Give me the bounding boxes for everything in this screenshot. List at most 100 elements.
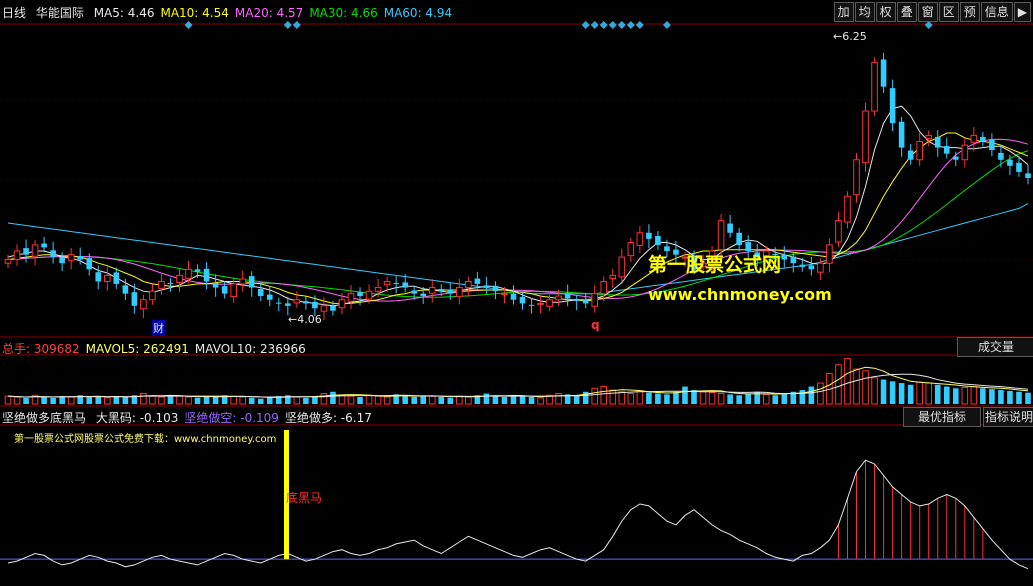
- toolbar-button-6[interactable]: 预: [959, 2, 980, 22]
- volume-bar-95: [862, 370, 869, 405]
- candle-body-65: [591, 293, 599, 307]
- toolbar-button-1[interactable]: 均: [854, 2, 875, 22]
- signal-diamond-7: [617, 21, 626, 29]
- candle-body-39: [357, 292, 363, 297]
- volume-bar-26: [239, 396, 246, 405]
- volume-bar-82: [745, 393, 751, 404]
- candle-body-54: [492, 286, 499, 292]
- toolbar-button-7[interactable]: 信息: [980, 2, 1013, 22]
- volume-bar-23: [212, 397, 219, 404]
- chart-header: 日线 华能国际 MA5: 4.46 MA10: 4.54 MA20: 4.57 MA3…: [2, 4, 452, 21]
- q-marker: q: [591, 318, 600, 332]
- candle-body-43: [393, 282, 399, 284]
- volume-bar-41: [374, 395, 382, 405]
- candle-body-8: [77, 256, 84, 260]
- volume-bar-111: [1007, 390, 1013, 404]
- toolbar-button-4[interactable]: 窗: [917, 2, 938, 22]
- toolbar-button-2[interactable]: 权: [875, 2, 896, 22]
- chart-toolbar: 加均权叠窗区预信息 ▶: [833, 2, 1031, 22]
- stock-name: 华能国际: [35, 6, 84, 20]
- candle-body-35: [320, 305, 328, 312]
- chart-canvas[interactable]: [0, 0, 1033, 586]
- candle-body-87: [790, 256, 797, 264]
- candle-body-51: [465, 280, 472, 289]
- candle-body-19: [176, 274, 183, 283]
- candle-body-3: [31, 244, 39, 257]
- candle-body-59: [537, 302, 544, 305]
- candle-body-107: [970, 134, 978, 143]
- volume-bar-1: [13, 396, 21, 405]
- volume-bar-11: [103, 397, 111, 405]
- toolbar-button-5[interactable]: 区: [938, 2, 959, 22]
- candle-body-101: [916, 140, 923, 161]
- price-grid: [0, 99, 1033, 261]
- candle-body-86: [781, 254, 788, 260]
- volume-bar-51: [465, 396, 472, 405]
- candle-body-98: [889, 88, 896, 124]
- period-label[interactable]: 日线: [2, 6, 26, 20]
- indicator-help-button[interactable]: 指标说明: [983, 407, 1033, 427]
- indicator-legend-item-2: 坚绝做多: -6.17: [284, 411, 372, 425]
- ma-legend-item-0: MA5: 4.46: [93, 6, 155, 20]
- volume-bar-68: [618, 391, 626, 405]
- best-indicator-button[interactable]: 最优指标: [903, 407, 981, 427]
- volume-bar-86: [781, 393, 788, 404]
- candle-body-60: [546, 299, 553, 307]
- volume-bar-59: [537, 397, 544, 405]
- volume-bar-39: [357, 397, 363, 404]
- toolbar-button-8[interactable]: ▶: [1013, 2, 1031, 22]
- ma-legend-item-4: MA60: 4.94: [383, 6, 453, 20]
- candle-body-80: [727, 223, 733, 233]
- volume-bar-46: [420, 395, 427, 404]
- signal-diamond-0: [184, 21, 193, 29]
- volume-button[interactable]: 成交量: [957, 337, 1033, 357]
- volume-bar-32: [293, 396, 301, 405]
- volume-bar-110: [998, 390, 1004, 404]
- volume-bar-75: [682, 386, 688, 404]
- volume-bar-109: [989, 389, 995, 404]
- candle-body-96: [871, 61, 878, 112]
- volume-bar-106: [961, 386, 969, 405]
- candle-body-66: [600, 280, 608, 295]
- candle-body-56: [510, 293, 517, 300]
- volume-bar-71: [646, 392, 652, 404]
- toolbar-button-3[interactable]: 叠: [896, 2, 917, 22]
- ma-legend-item-1: MA10: 4.54: [160, 6, 229, 20]
- candle-body-22: [203, 268, 210, 282]
- volume-bar-50: [456, 395, 463, 405]
- candle-body-13: [122, 285, 129, 294]
- candle-body-92: [835, 220, 842, 243]
- candle-body-53: [483, 285, 490, 288]
- volume-bar-55: [501, 397, 508, 404]
- candle-body-111: [1007, 159, 1013, 166]
- candle-body-113: [1025, 173, 1031, 178]
- volume-bar-29: [266, 397, 273, 404]
- candle-body-64: [582, 299, 589, 304]
- volume-bar-4: [41, 397, 47, 404]
- indicator-legend-item-0: 大黑码: -0.103: [95, 411, 179, 425]
- volume-bar-77: [699, 391, 707, 405]
- candle-body-93: [844, 195, 851, 223]
- volume-bar-90: [817, 382, 824, 405]
- volume-bar-69: [627, 393, 635, 405]
- candle-body-57: [519, 296, 526, 304]
- finance-marker[interactable]: 财: [152, 320, 165, 336]
- candle-body-20: [185, 268, 192, 279]
- signal-diamond-5: [599, 21, 608, 29]
- volume-bar-38: [347, 395, 355, 405]
- signal-diamond-6: [608, 21, 617, 29]
- candle-body-14: [131, 292, 138, 306]
- signal-diamond-10: [662, 21, 671, 29]
- volume-bar-16: [149, 395, 156, 405]
- volume-bar-45: [411, 397, 417, 404]
- toolbar-button-0[interactable]: 加: [833, 2, 854, 22]
- volume-bar-27: [248, 397, 255, 404]
- candle-body-34: [312, 301, 318, 309]
- ma-legend-item-2: MA20: 4.57: [234, 6, 304, 20]
- candle-body-106: [961, 144, 969, 161]
- candle-body-9: [86, 258, 93, 270]
- volume-bar-78: [708, 392, 716, 405]
- volume-legend-item-2: MAVOL10: 236966: [194, 342, 306, 356]
- volume-bar-7: [67, 396, 75, 405]
- candle-body-31: [285, 303, 291, 306]
